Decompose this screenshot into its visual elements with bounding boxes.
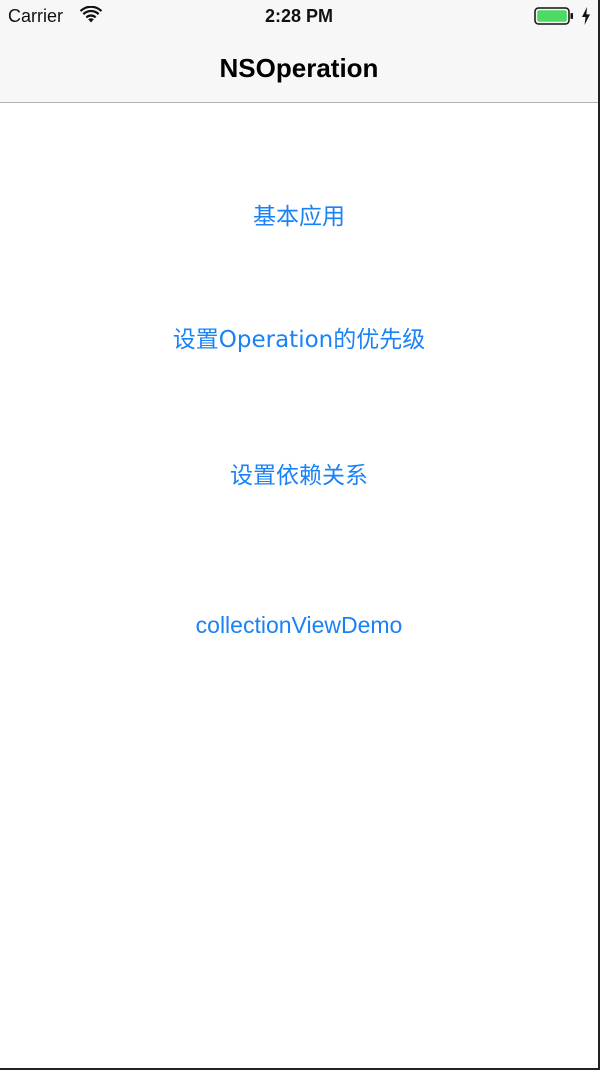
set-operation-priority-button[interactable]: 设置Operation的优先级 [0,325,598,355]
navigation-bar: NSOperation [0,34,598,103]
set-dependency-button[interactable]: 设置依赖关系 [0,461,598,491]
battery-icon [534,7,573,25]
page-title: NSOperation [219,53,379,83]
collection-view-demo-button[interactable]: collectionViewDemo [0,610,598,640]
charging-bolt-icon [582,7,590,25]
status-time: 2:28 PM [264,6,334,26]
basic-usage-button[interactable]: 基本应用 [0,202,598,232]
status-bar: Carrier 2:28 PM [0,0,598,34]
app-screen: Carrier 2:28 PM NSOperation 基本应用 设置Opera… [0,0,600,1070]
